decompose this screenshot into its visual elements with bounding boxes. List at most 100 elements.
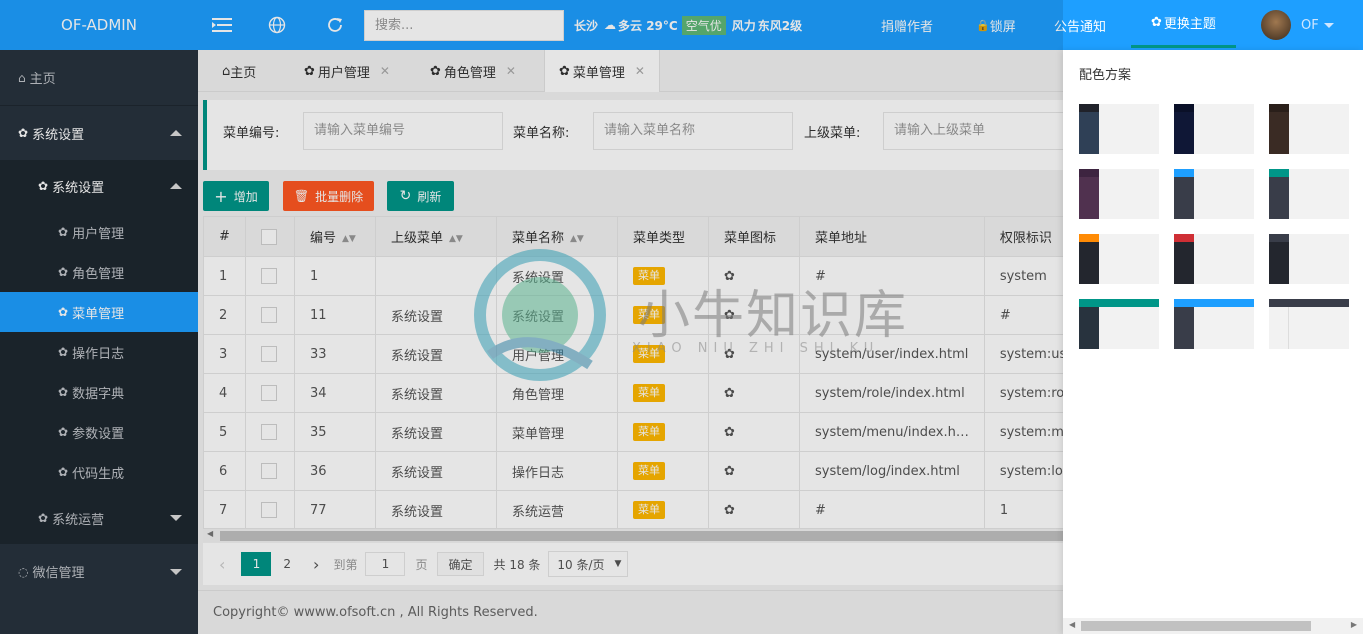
top-header: 搜索... 长沙 ☁ 多云 29°C 空气优 风力 东风2级 捐赠作者 🔒 锁屏 …	[198, 0, 1363, 50]
row-checkbox[interactable]	[261, 463, 277, 479]
close-icon[interactable]: ✕	[506, 64, 516, 78]
gear-icon: ✿	[58, 425, 69, 439]
sort-icon[interactable]: ▲▼	[449, 234, 463, 244]
theme-swatch[interactable]	[1079, 104, 1159, 154]
scroll-right-icon[interactable]: ▶	[1351, 620, 1357, 629]
cell-check[interactable]	[245, 451, 295, 491]
theme-link[interactable]: ✿ 更换主题	[1131, 0, 1236, 48]
lock-screen-link[interactable]: 🔒 锁屏	[976, 0, 1016, 50]
donate-link[interactable]: 捐赠作者	[881, 0, 933, 50]
menu-no-input[interactable]: 请输入菜单编号	[303, 112, 503, 150]
gear-icon: ✿	[58, 225, 69, 239]
cell-check[interactable]	[245, 256, 295, 296]
close-icon[interactable]: ✕	[380, 64, 390, 78]
sidebar-item-role-management[interactable]: ✿ 角色管理	[0, 252, 198, 292]
menu-toggle-icon[interactable]	[212, 0, 232, 50]
row-checkbox[interactable]	[261, 502, 277, 518]
table-row[interactable]: 5 35 系统设置 菜单管理 菜单 ✿ system/menu/index.h… system…	[203, 412, 1105, 452]
cell-check[interactable]	[245, 412, 295, 452]
tab-home[interactable]: ⌂ 主页	[222, 50, 256, 92]
theme-swatch[interactable]	[1079, 234, 1159, 284]
close-icon[interactable]: ✕	[635, 64, 645, 78]
user-menu[interactable]: OF	[1261, 0, 1334, 50]
page-button[interactable]: 1	[241, 552, 272, 576]
tab-role-management[interactable]: ✿ 角色管理 ✕	[430, 50, 516, 92]
sort-icon[interactable]: ▲▼	[342, 234, 356, 244]
sidebar-item-user-management[interactable]: ✿ 用户管理	[0, 212, 198, 252]
sidebar-item-label: 系统设置	[52, 180, 105, 196]
tab-menu-management[interactable]: ✿ 菜单管理 ✕	[544, 50, 660, 92]
cell-icon: ✿	[708, 256, 800, 296]
row-checkbox[interactable]	[261, 346, 277, 362]
table-row[interactable]: 6 36 系统设置 操作日志 菜单 ✿ system/log/index.html syste…	[203, 451, 1105, 491]
cell-check[interactable]	[245, 373, 295, 413]
sidebar-item-wechat[interactable]: ◌ 微信管理	[0, 544, 198, 599]
gear-icon: ✿	[58, 385, 69, 399]
sidebar-item-menu-management[interactable]: ✿ 菜单管理	[0, 292, 198, 332]
confirm-button[interactable]: 确定	[437, 552, 484, 576]
select-all-checkbox[interactable]	[261, 228, 277, 245]
cell-parent: 系统设置	[375, 451, 497, 491]
cell-check[interactable]	[245, 334, 295, 374]
globe-icon[interactable]	[268, 0, 286, 50]
scrollbar-thumb[interactable]	[220, 531, 1063, 541]
page-button[interactable]: 2	[283, 557, 291, 571]
theme-swatch[interactable]	[1079, 299, 1159, 349]
sidebar-item-system-settings[interactable]: ✿ 系统设置	[0, 105, 198, 160]
table-row[interactable]: 1 1 系统设置 菜单 ✿ # system	[203, 256, 1105, 296]
sidebar-item-home[interactable]: ⌂ 主页	[0, 50, 198, 105]
scroll-left-icon[interactable]: ◀	[1069, 620, 1075, 629]
cell-check[interactable]	[245, 295, 295, 335]
sidebar-item-parameter-settings[interactable]: ✿ 参数设置	[0, 412, 198, 452]
theme-swatch[interactable]	[1174, 299, 1254, 349]
table-row[interactable]: 3 33 系统设置 用户管理 菜单 ✿ system/user/index.html syst…	[203, 334, 1105, 374]
theme-swatch[interactable]	[1269, 104, 1349, 154]
col-header-id[interactable]: 编号 ▲▼	[294, 216, 376, 257]
row-checkbox[interactable]	[261, 268, 277, 284]
row-checkbox[interactable]	[261, 385, 277, 401]
theme-panel: 配色方案 ◀ ▶	[1063, 50, 1363, 634]
theme-swatch[interactable]	[1174, 234, 1254, 284]
table-row[interactable]: 2 11 系统设置 系统设置 菜单 ✿ #	[203, 295, 1105, 335]
scrollbar-thumb[interactable]	[1081, 621, 1311, 631]
theme-swatch[interactable]	[1174, 104, 1254, 154]
notice-link[interactable]: 公告通知	[1054, 0, 1106, 50]
sidebar-item-system-ops[interactable]: ✿ 系统运营	[0, 492, 198, 544]
horizontal-scrollbar[interactable]: ◀	[203, 528, 1063, 542]
prev-page-icon[interactable]: ‹	[219, 555, 225, 574]
refresh-icon[interactable]	[326, 0, 344, 50]
col-header-name[interactable]: 菜单名称 ▲▼	[496, 216, 618, 257]
scroll-left-icon[interactable]: ◀	[207, 529, 213, 538]
row-checkbox[interactable]	[261, 424, 277, 440]
sort-icon[interactable]: ▲▼	[570, 234, 584, 244]
add-button[interactable]: + 增加	[203, 181, 269, 211]
row-checkbox[interactable]	[261, 307, 277, 323]
table-row[interactable]: 4 34 系统设置 角色管理 菜单 ✿ system/role/index.html syst…	[203, 373, 1105, 413]
cell-check[interactable]	[245, 490, 295, 530]
next-page-icon[interactable]: ›	[313, 555, 319, 574]
theme-swatch[interactable]	[1174, 169, 1254, 219]
sidebar-item-operation-log[interactable]: ✿ 操作日志	[0, 332, 198, 372]
theme-swatch[interactable]	[1269, 169, 1349, 219]
parent-menu-input[interactable]: 请输入上级菜单	[883, 112, 1067, 150]
app-logo[interactable]: OF-ADMIN	[0, 0, 198, 50]
refresh-button[interactable]: ↻ 刷新	[387, 181, 454, 211]
theme-swatch[interactable]	[1269, 234, 1349, 284]
batch-delete-button[interactable]: 🗑 批量删除	[283, 181, 374, 211]
search-input[interactable]: 搜索...	[364, 10, 564, 41]
panel-horizontal-scrollbar[interactable]: ◀ ▶	[1063, 618, 1363, 634]
theme-swatch[interactable]	[1079, 169, 1159, 219]
sidebar-item-sub-system-settings[interactable]: ✿ 系统设置	[0, 160, 198, 212]
page-size-select[interactable]: 10 条/页 ▼	[548, 551, 629, 577]
table-row[interactable]: 7 77 系统设置 系统运营 菜单 ✿ #1	[203, 490, 1105, 530]
sidebar-item-code-generation[interactable]: ✿ 代码生成	[0, 452, 198, 492]
menu-name-input[interactable]: 请输入菜单名称	[593, 112, 793, 150]
goto-label: 到第	[333, 557, 358, 572]
sidebar-item-data-dictionary[interactable]: ✿ 数据字典	[0, 372, 198, 412]
goto-page-input[interactable]: 1	[365, 552, 406, 576]
col-header-parent[interactable]: 上级菜单 ▲▼	[375, 216, 497, 257]
theme-swatch[interactable]	[1269, 299, 1349, 349]
col-header-check[interactable]	[245, 216, 295, 257]
swatch-logo	[1269, 234, 1289, 242]
tab-user-management[interactable]: ✿ 用户管理 ✕	[304, 50, 390, 92]
